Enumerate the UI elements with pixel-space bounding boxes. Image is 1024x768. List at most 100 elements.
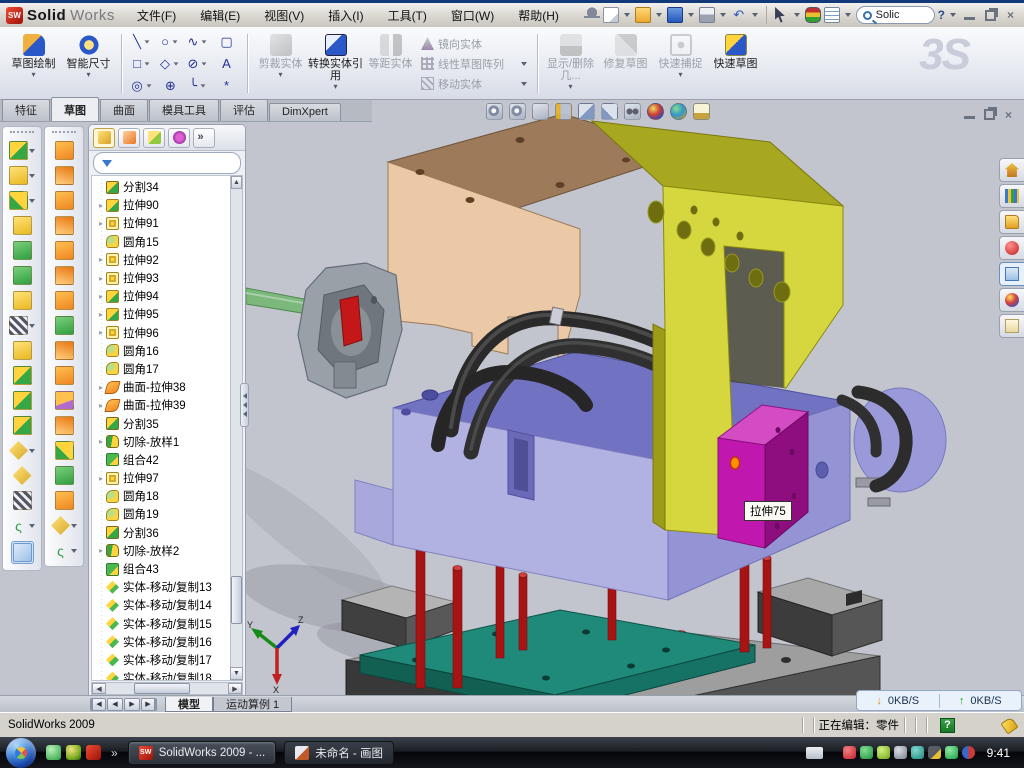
panel-splitter-handle[interactable]: [240, 383, 249, 427]
scroll-thumb-horizontal[interactable]: [134, 683, 190, 694]
menu-item[interactable]: 视图(V): [264, 7, 304, 24]
fillet-tool-icon[interactable]: [9, 191, 28, 210]
sphere-quicklaunch-icon[interactable]: [66, 745, 81, 760]
magnifying-glass-icon[interactable]: [532, 103, 549, 120]
select-dropdown[interactable]: [794, 13, 800, 17]
tree-item[interactable]: 实体-移动/复制13: [96, 578, 230, 596]
select-cursor-icon[interactable]: [773, 7, 789, 23]
print-dropdown[interactable]: [720, 13, 726, 17]
tree-item[interactable]: 实体-移动/复制15: [96, 615, 230, 633]
save-icon[interactable]: [667, 7, 683, 23]
tree-item[interactable]: ▸ 切除-放样1: [96, 433, 230, 451]
help-button[interactable]: ?: [938, 8, 945, 22]
ribbon-tab[interactable]: 评估: [220, 99, 268, 121]
search-input[interactable]: [876, 9, 928, 21]
split-tool-icon[interactable]: [13, 391, 32, 410]
prev-sheet-button[interactable]: ◀: [107, 698, 123, 711]
tree-item[interactable]: 圆角18: [96, 487, 230, 505]
chamfer-tool-icon[interactable]: [13, 266, 32, 285]
scroll-left-icon[interactable]: ◀: [92, 683, 106, 694]
shield-tray-icon[interactable]: [860, 746, 873, 759]
planar-surface-icon[interactable]: [55, 266, 74, 285]
quick-tips-icon[interactable]: ?: [940, 718, 955, 733]
combine-bodies-icon[interactable]: [13, 366, 32, 385]
start-button[interactable]: [6, 738, 36, 768]
linear-sketch-pattern-button[interactable]: 线性草图阵列: [421, 56, 529, 72]
tree-item[interactable]: 圆角19: [96, 505, 230, 523]
zoom-area-icon[interactable]: [509, 103, 526, 120]
expand-arrow-icon[interactable]: ▸: [96, 546, 106, 555]
app-minimize-icon[interactable]: [964, 11, 975, 20]
scroll-down-icon[interactable]: ▼: [230, 667, 243, 680]
tree-item[interactable]: 分割34: [96, 178, 230, 196]
trim-entities-button[interactable]: 剪裁实体 ▾: [253, 30, 308, 97]
tree-item[interactable]: ▸ 拉伸96: [96, 324, 230, 342]
sync-tray-icon[interactable]: [962, 746, 975, 759]
thicken-icon[interactable]: [55, 466, 74, 485]
tree-item[interactable]: 实体-移动/复制16: [96, 633, 230, 651]
expand-arrow-icon[interactable]: ▸: [96, 328, 106, 337]
menu-item[interactable]: 文件(F): [137, 7, 176, 24]
tree-item[interactable]: 分割35: [96, 414, 230, 432]
smart-dimension-button[interactable]: 智能尺寸 ▾: [61, 30, 116, 97]
extruded-cut-icon[interactable]: [9, 166, 28, 185]
tag-icon[interactable]: [1000, 716, 1018, 734]
network-tray-icon[interactable]: [911, 746, 924, 759]
open-file-dropdown[interactable]: [656, 13, 662, 17]
boundary-surface-icon[interactable]: [55, 191, 74, 210]
shell-tool-icon[interactable]: [13, 241, 32, 260]
menu-item[interactable]: 帮助(H): [518, 7, 559, 24]
tree-item[interactable]: ▸ 拉伸91: [96, 214, 230, 232]
new-file-dropdown[interactable]: [624, 13, 630, 17]
next-sheet-button[interactable]: ▶: [124, 698, 140, 711]
expand-arrow-icon[interactable]: ▸: [96, 437, 106, 446]
ribbon-tab[interactable]: 特征: [2, 99, 50, 121]
expand-arrow-icon[interactable]: ▸: [96, 201, 106, 210]
tree-horizontal-scrollbar[interactable]: ◀ ▶: [91, 682, 243, 695]
tree-item[interactable]: ▸ 拉伸90: [96, 196, 230, 214]
offset-surface-icon[interactable]: [55, 291, 74, 310]
extruded-boss-icon[interactable]: [9, 141, 28, 160]
replace-face-icon[interactable]: [51, 516, 70, 535]
pin-icon[interactable]: [584, 7, 600, 23]
sketch-button[interactable]: 草图绘制 ▾: [6, 30, 61, 97]
app-close-icon[interactable]: ×: [1003, 9, 1018, 22]
ribbon-tab[interactable]: 曲面: [100, 99, 148, 121]
solidworks-quicklaunch-icon[interactable]: [86, 745, 101, 760]
section-view-icon[interactable]: [555, 103, 572, 120]
move-entities-button[interactable]: 移动实体: [421, 76, 529, 92]
expand-arrow-icon[interactable]: ▸: [96, 310, 106, 319]
taskbar-clock[interactable]: 9:41: [987, 746, 1010, 760]
app-restore-icon[interactable]: [985, 10, 996, 21]
volume-tray-icon[interactable]: [894, 746, 907, 759]
menu-item[interactable]: 插入(I): [328, 7, 363, 24]
undo-icon[interactable]: ↶: [731, 7, 747, 23]
display-style-icon[interactable]: [601, 103, 618, 120]
tree-item[interactable]: ▸ 拉伸97: [96, 469, 230, 487]
antivirus-tray-icon[interactable]: [843, 746, 856, 759]
hide-show-items-icon[interactable]: [624, 103, 641, 120]
expand-arrow-icon[interactable]: ▸: [96, 219, 106, 228]
instant3d-measure-icon[interactable]: [13, 543, 32, 562]
key-tray-icon[interactable]: [877, 746, 890, 759]
radiate-surface-icon[interactable]: [55, 366, 74, 385]
intersection-curve-icon[interactable]: [13, 491, 32, 510]
filled-surface-icon[interactable]: [55, 216, 74, 235]
delete-face-icon[interactable]: [55, 491, 74, 510]
expand-arrow-icon[interactable]: ▸: [96, 474, 106, 483]
options-icon[interactable]: [824, 7, 840, 23]
tab-motion-study[interactable]: 运动算例 1: [213, 697, 292, 712]
scroll-up-icon[interactable]: ▲: [231, 176, 242, 189]
insert-part-icon[interactable]: [9, 441, 28, 460]
tree-item[interactable]: ▸ 拉伸94: [96, 287, 230, 305]
menu-item[interactable]: 窗口(W): [451, 7, 494, 24]
view-settings-icon[interactable]: [693, 103, 710, 120]
tree-item[interactable]: 实体-移动/复制14: [96, 596, 230, 614]
tree-vertical-scrollbar[interactable]: ▲ ▼: [230, 175, 243, 681]
health-tray-icon[interactable]: [945, 746, 958, 759]
tree-item[interactable]: 圆角16: [96, 342, 230, 360]
doc-restore-icon[interactable]: [984, 109, 995, 120]
doc-minimize-icon[interactable]: [964, 110, 975, 119]
tab-model[interactable]: 模型: [165, 697, 213, 712]
extend-surface-icon[interactable]: [55, 416, 74, 435]
